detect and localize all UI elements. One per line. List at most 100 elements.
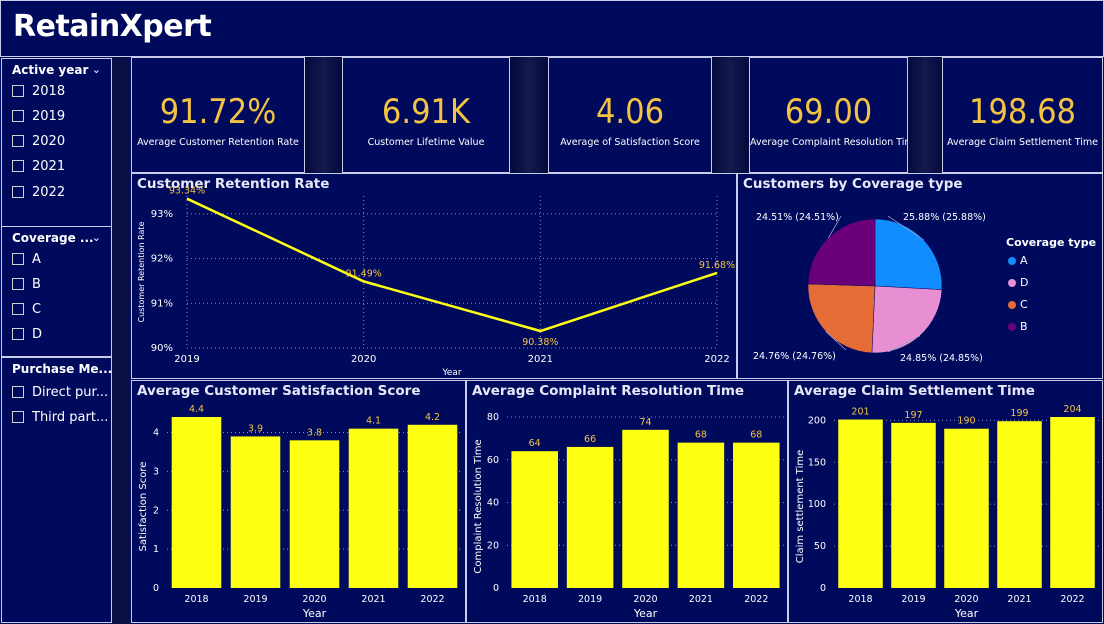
kpi-card-retention[interactable]: 91.72% Average Customer Retention Rate: [131, 57, 305, 173]
checkbox[interactable]: [12, 411, 24, 423]
data-label: 199: [1010, 408, 1028, 419]
bar-chart-svg: 0 1 2 3 4 4.4 2018 3.9 2019 3.8 2020 4.1 2021 4.2 2022…: [138, 404, 462, 620]
slicer-title: Coverage ...: [12, 231, 94, 245]
x-axis-title: Year: [954, 607, 979, 620]
y-tick-label: 1: [153, 544, 159, 555]
x-tick-label: 2021: [689, 594, 713, 605]
slicer-option[interactable]: B: [12, 275, 41, 293]
bar-chart-svg: 0 20 40 60 80 64 2018 66 2019 74 2020 68 2021 68 2022 Y…: [473, 412, 784, 620]
slicer-option[interactable]: C: [12, 300, 41, 318]
kpi-label: Customer Lifetime Value: [367, 137, 485, 148]
x-tick-label: 2018: [523, 594, 547, 605]
data-label: 74: [639, 417, 651, 428]
x-tick-label: 2019: [174, 354, 199, 365]
kpi-card-complaint-time[interactable]: 69.00 Average Complaint Resolution Time: [749, 57, 920, 173]
bar: [566, 446, 614, 588]
line-chart-svg: 90% 91% 92% 93% 2019 2020 2021 2022 Year Customer…: [137, 186, 735, 378]
x-tick-label: 2019: [901, 594, 925, 605]
slicer-title: Active year: [12, 63, 89, 77]
data-label: 66: [584, 434, 596, 445]
bar: [677, 442, 725, 588]
bar: [997, 421, 1042, 588]
retention-series-line: [186, 197, 718, 333]
data-label: 4.1: [366, 416, 381, 427]
kpi-label: Average Claim Settlement Time: [947, 137, 1098, 148]
checkbox[interactable]: [12, 186, 24, 198]
checkbox[interactable]: [12, 278, 24, 290]
x-tick-label: 2021: [528, 354, 553, 365]
chevron-down-icon[interactable]: ⌄: [92, 63, 101, 76]
slicer-purchase-method: Purchase Me... Direct pur... Third part.…: [1, 357, 112, 623]
slicer-option[interactable]: D: [12, 325, 42, 343]
claim-bar-chart[interactable]: Average Claim Settlement Time 0 50 100 150 2…: [788, 380, 1103, 623]
slicer-option[interactable]: Third part...: [12, 408, 108, 426]
legend-item-d[interactable]: D: [1008, 276, 1028, 289]
slicer-active-year: Active year ⌄ 2018 2019 2020 2021 2022: [1, 58, 112, 227]
data-label: 201: [851, 407, 869, 418]
kpi-separator: [908, 57, 942, 173]
coverage-pie-chart[interactable]: Customers by Coverage type 25.88% (25.88…: [737, 173, 1103, 379]
slicer-option[interactable]: 2021: [12, 157, 65, 175]
x-tick-label: 2021: [361, 594, 385, 605]
slice-label: 25.88% (25.88%): [903, 212, 986, 223]
slicer-option[interactable]: Direct pur...: [12, 383, 108, 401]
slicer-title: Purchase Me...: [12, 362, 113, 376]
satisfaction-bar-chart[interactable]: Average Customer Satisfaction Score 0123…: [131, 380, 466, 623]
checkbox[interactable]: [12, 135, 24, 147]
y-tick-label: 50: [814, 541, 826, 552]
legend-marker: [1008, 322, 1016, 331]
checkbox[interactable]: [12, 253, 24, 265]
legend-item-c[interactable]: C: [1008, 298, 1028, 311]
data-label: 4.4: [189, 404, 204, 415]
x-tick-label: 2020: [351, 354, 376, 365]
app-title: RetainXpert: [13, 9, 212, 44]
slicer-option[interactable]: 2019: [12, 107, 65, 125]
kpi-value: 69.00: [784, 92, 873, 132]
slicer-option[interactable]: A: [12, 250, 41, 268]
bar: [348, 428, 399, 588]
y-tick-label: 0: [493, 583, 499, 594]
slicer-option[interactable]: 2022: [12, 183, 65, 201]
complaint-bar-chart[interactable]: Average Complaint Resolution Time 0 20 40 6…: [466, 380, 788, 623]
x-tick-label: 2019: [578, 594, 602, 605]
bar: [838, 419, 883, 588]
x-tick-label: 2022: [1060, 594, 1084, 605]
legend-item-b[interactable]: B: [1008, 320, 1028, 333]
kpi-card-claim-time[interactable]: 198.68 Average Claim Settlement Time: [942, 57, 1103, 173]
bar: [1050, 417, 1095, 588]
slicer-option[interactable]: 2018: [12, 82, 65, 100]
checkbox[interactable]: [12, 386, 24, 398]
y-tick-label: 3: [153, 466, 159, 477]
retention-line-chart[interactable]: Customer Retention Rate 90% 91% 92% 93% 2019…: [131, 173, 737, 379]
y-tick-label: 80: [487, 412, 499, 423]
y-tick-label: 100: [808, 499, 826, 510]
data-label: 93.34%: [169, 186, 205, 197]
bar: [289, 440, 340, 588]
x-tick-label: 2018: [848, 594, 872, 605]
y-tick-label: 20: [487, 540, 499, 551]
slicer-option[interactable]: 2020: [12, 132, 65, 150]
kpi-value: 4.06: [595, 92, 665, 132]
kpi-value: 6.91K: [381, 92, 471, 132]
y-axis-title: Complaint Resolution Time: [473, 439, 484, 573]
checkbox[interactable]: [12, 160, 24, 172]
bar: [230, 436, 281, 588]
bar: [511, 451, 558, 588]
data-label: 91.68%: [699, 260, 735, 271]
kpi-card-lifetime-value[interactable]: 6.91K Customer Lifetime Value: [342, 57, 510, 173]
legend-item-a[interactable]: A: [1008, 254, 1028, 267]
data-label: 190: [957, 416, 975, 427]
kpi-card-satisfaction[interactable]: 4.06 Average of Satisfaction Score: [548, 57, 712, 173]
bar: [891, 422, 936, 588]
x-tick-label: 2020: [302, 594, 326, 605]
chevron-down-icon[interactable]: ⌄: [92, 231, 101, 244]
checkbox[interactable]: [12, 303, 24, 315]
title-bar: RetainXpert: [0, 0, 1104, 57]
checkbox[interactable]: [12, 110, 24, 122]
data-label: 197: [904, 410, 922, 421]
x-tick-label: 2021: [1007, 594, 1031, 605]
legend-marker: [1008, 278, 1016, 287]
legend-marker: [1008, 256, 1016, 265]
checkbox[interactable]: [12, 328, 24, 340]
checkbox[interactable]: [12, 85, 24, 97]
